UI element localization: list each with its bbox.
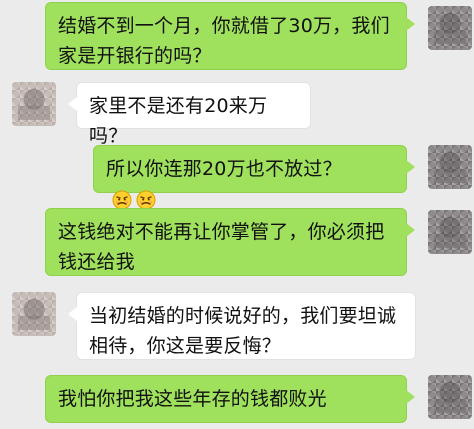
- chat-message[interactable]: 所以你连那20万也不放过？: [93, 145, 415, 209]
- chat-message[interactable]: 家里不是还有20来万吗？: [68, 82, 311, 147]
- self-avatar[interactable]: [428, 145, 472, 189]
- contact-avatar[interactable]: [12, 82, 56, 126]
- message-text: 当初结婚的时候说好的，我们要坦诚相待，你这是要反悔？: [89, 305, 397, 357]
- contact-avatar[interactable]: [12, 292, 56, 336]
- self-avatar[interactable]: [428, 6, 472, 50]
- message-text: 我怕你把我这些年存的钱都败光: [58, 388, 327, 410]
- angry-emoji: [136, 190, 156, 209]
- message-text: 家里不是还有20来万吗？: [89, 95, 268, 147]
- message-text: 结婚不到一个月，你就借了30万，我们家是开银行的吗？: [58, 15, 390, 67]
- self-avatar[interactable]: [428, 375, 472, 419]
- message-text: 这钱绝对不能再让你掌管了，你必须把钱还给我: [58, 221, 385, 273]
- angry-emoji: [112, 190, 132, 209]
- chat-message[interactable]: 当初结婚的时候说好的，我们要坦诚相待，你这是要反悔？: [68, 292, 416, 360]
- chat-message[interactable]: 我怕你把我这些年存的钱都败光: [45, 375, 415, 423]
- chat-message[interactable]: 这钱绝对不能再让你掌管了，你必须把钱还给我: [45, 208, 415, 276]
- chat-message[interactable]: 结婚不到一个月，你就借了30万，我们家是开银行的吗？: [45, 2, 415, 70]
- message-text: 所以你连那20万也不放过？: [106, 158, 342, 180]
- chat-window: 结婚不到一个月，你就借了30万，我们家是开银行的吗？ 家里不是还有20来万吗？ …: [0, 0, 474, 429]
- emoji-group: [112, 190, 156, 210]
- self-avatar[interactable]: [428, 210, 472, 254]
